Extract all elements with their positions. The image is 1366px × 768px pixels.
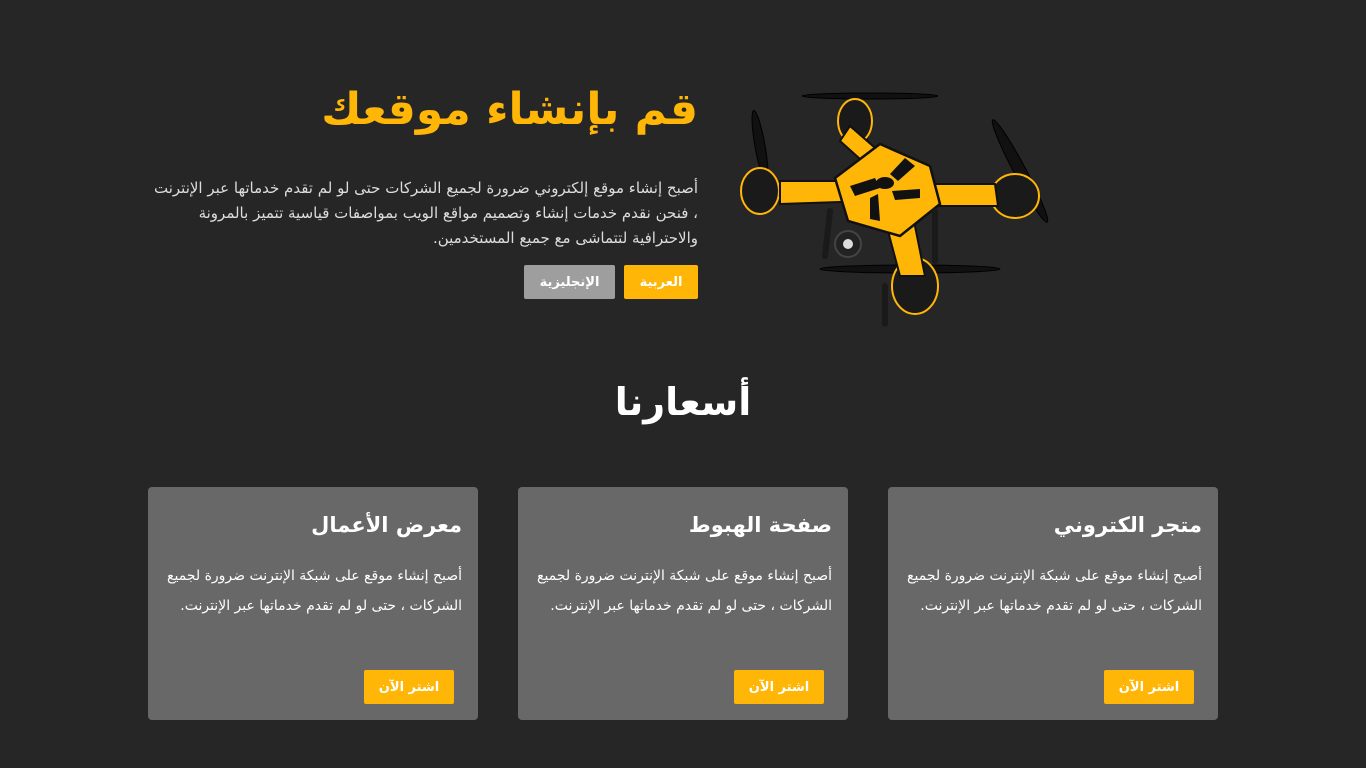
card-title: متجر الكتروني [1053, 513, 1202, 537]
hero-description: أصبح إنشاء موقع إلكتروني ضرورة لجميع الش… [153, 179, 698, 247]
drone-image [740, 92, 1049, 327]
price-card: متجر الكتروني أصبح إنشاء موقع على شبكة ا… [888, 487, 1218, 720]
language-buttons: العربية الإنجليزية [150, 265, 698, 299]
card-title: معرض الأعمال [311, 513, 462, 537]
arabic-language-button[interactable]: العربية [624, 265, 698, 299]
card-description: أصبح إنشاء موقع على شبكة الإنترنت ضرورة … [907, 568, 1202, 614]
buy-now-button[interactable]: اشتر الآن [1104, 670, 1194, 704]
prices-title: أسعارنا [614, 380, 752, 424]
hero-text: قم بإنشاء موقعك أصبح إنشاء موقع إلكتروني… [150, 78, 698, 299]
card-description: أصبح إنشاء موقع على شبكة الإنترنت ضرورة … [537, 568, 832, 614]
card-description: أصبح إنشاء موقع على شبكة الإنترنت ضرورة … [167, 568, 462, 614]
buy-now-button[interactable]: اشتر الآن [734, 670, 824, 704]
hero-title: قم بإنشاء موقعك [321, 84, 698, 135]
price-card: معرض الأعمال أصبح إنشاء موقع على شبكة ال… [148, 487, 478, 720]
card-title: صفحة الهبوط [688, 513, 832, 537]
english-language-button[interactable]: الإنجليزية [524, 265, 615, 299]
prices-cards: متجر الكتروني أصبح إنشاء موقع على شبكة ا… [148, 487, 1218, 720]
price-card: صفحة الهبوط أصبح إنشاء موقع على شبكة الإ… [518, 487, 848, 720]
buy-now-button[interactable]: اشتر الآن [364, 670, 454, 704]
hero-section: قم بإنشاء موقعك أصبح إنشاء موقع إلكتروني… [0, 0, 1366, 340]
